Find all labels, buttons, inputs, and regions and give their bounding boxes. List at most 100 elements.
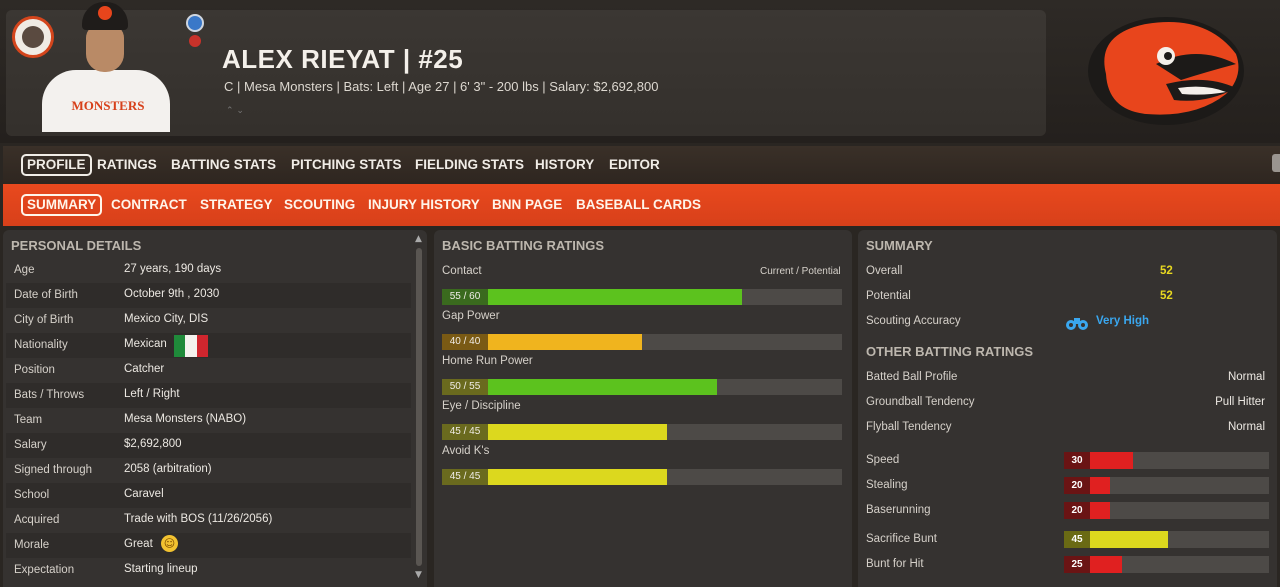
summary-title: SUMMARY [866, 238, 933, 253]
tab-history[interactable]: HISTORY [531, 154, 598, 176]
other-rating-value: Normal [1227, 421, 1265, 433]
rating-bar: 40 / 40 [442, 334, 842, 350]
scroll-up-icon[interactable]: ▲ [415, 234, 422, 244]
jersey-text: MONSTERS [71, 98, 145, 113]
detail-row: City of Birth Mexico City, DIS [6, 308, 411, 333]
player-header: MONSTERS ALEX RIEYAT | #25 C | Mesa Mons… [0, 0, 1280, 143]
detail-value: Great [124, 538, 153, 550]
detail-row: Nationality Mexican [6, 333, 411, 358]
speed-rating-fill [1090, 502, 1110, 519]
rating-bar: 45 / 45 [442, 424, 842, 440]
detail-label: Morale [14, 539, 50, 551]
speed-rating-bar: 30 [1064, 452, 1269, 469]
detail-row: Date of Birth October 9th , 2030 [6, 283, 411, 308]
speed-rating-fill [1090, 556, 1122, 573]
scroll-handle[interactable] [1272, 154, 1280, 172]
tab-batting-stats[interactable]: BATTING STATS [167, 154, 280, 176]
rating-bar: 50 / 55 [442, 379, 842, 395]
happy-face-icon: ☺ [161, 535, 178, 552]
speed-rating-value: 25 [1064, 556, 1090, 573]
tab-fielding-stats[interactable]: FIELDING STATS [411, 154, 528, 176]
subtab-summary[interactable]: SUMMARY [21, 194, 103, 216]
personal-details-title: PERSONAL DETAILS [11, 238, 142, 253]
league-icon[interactable] [186, 14, 204, 48]
speed-rating-bar: 45 [1064, 531, 1269, 548]
rating-label: Eye / Discipline [442, 400, 521, 412]
speed-rating-value: 45 [1064, 531, 1090, 548]
other-rating-label: Groundball Tendency [866, 396, 975, 408]
rating-value: 40 / 40 [442, 334, 488, 350]
detail-row: Position Catcher [6, 358, 411, 383]
speed-rating-fill [1090, 531, 1168, 548]
subtab-strategy[interactable]: STRATEGY [196, 194, 277, 216]
other-batting-title: OTHER BATTING RATINGS [866, 344, 1034, 359]
speed-rating-fill [1090, 477, 1110, 494]
detail-row: Signed through 2058 (arbitration) [6, 458, 411, 483]
overall-value: 52 [1160, 265, 1173, 277]
scouting-accuracy-value[interactable]: Very High [1096, 315, 1149, 327]
rating-value: 45 / 45 [442, 424, 488, 440]
detail-value: 2058 (arbitration) [124, 463, 212, 475]
detail-value: Starting lineup [124, 563, 198, 575]
speed-rating-label: Stealing [866, 479, 908, 491]
tab-ratings[interactable]: RATINGS [93, 154, 161, 176]
detail-value: Mesa Monsters (NABO) [124, 413, 247, 425]
potential-value: 52 [1160, 290, 1173, 302]
detail-row: Age 27 years, 190 days [6, 258, 411, 283]
detail-label: Acquired [14, 514, 60, 526]
speed-rating-bar: 20 [1064, 502, 1269, 519]
detail-row: Bats / Throws Left / Right [6, 383, 411, 408]
rating-value: 55 / 60 [442, 289, 488, 305]
detail-row: School Caravel [6, 483, 411, 508]
subtab-injury-history[interactable]: INJURY HISTORY [364, 194, 484, 216]
scroll-down-icon[interactable]: ▼ [415, 570, 422, 580]
scrollbar[interactable]: ▲ ▼ [415, 234, 423, 584]
speed-rating-label: Sacrifice Bunt [866, 533, 937, 545]
detail-row: Salary $2,692,800 [6, 433, 411, 458]
tab-profile[interactable]: PROFILE [21, 154, 92, 176]
rating-label: Gap Power [442, 310, 500, 322]
player-photo: MONSTERS [40, 2, 172, 132]
rating-value: 45 / 45 [442, 469, 488, 485]
detail-value: Mexico City, DIS [124, 313, 209, 325]
summary-panel: SUMMARY Overall 52 Potential 52 Scouting… [858, 230, 1277, 587]
current-fill [488, 469, 667, 485]
collapse-arrows-icon[interactable]: ⌃ ⌄ [226, 106, 244, 116]
speed-rating-label: Bunt for Hit [866, 558, 924, 570]
subtab-baseball-cards[interactable]: BASEBALL CARDS [572, 194, 705, 216]
other-rating-value: Normal [1227, 371, 1265, 383]
current-fill [488, 379, 692, 395]
personal-details-panel: PERSONAL DETAILS Age 27 years, 190 days Da… [3, 230, 427, 587]
speed-rating-label: Speed [866, 454, 900, 466]
detail-label: Position [14, 364, 55, 376]
detail-label: Signed through [14, 464, 93, 476]
detail-value: Mexican [124, 338, 167, 350]
current-fill [488, 334, 642, 350]
tab-editor[interactable]: EDITOR [605, 154, 664, 176]
detail-label: Age [14, 264, 35, 276]
tab-pitching-stats[interactable]: PITCHING STATS [287, 154, 406, 176]
speed-rating-bar: 25 [1064, 556, 1269, 573]
binoculars-icon [1066, 318, 1088, 330]
detail-value: October 9th , 2030 [124, 288, 220, 300]
detail-label: Bats / Throws [14, 389, 85, 401]
rating-bar: 45 / 45 [442, 469, 842, 485]
batting-ratings-panel: BASIC BATTING RATINGS Current / Potentia… [434, 230, 852, 587]
speed-rating-fill [1090, 452, 1133, 469]
mexico-flag-icon [174, 335, 208, 357]
detail-row: Team Mesa Monsters (NABO) [6, 408, 411, 433]
subtab-contract[interactable]: CONTRACT [107, 194, 191, 216]
detail-label: Nationality [14, 339, 68, 351]
subtab-scouting[interactable]: SCOUTING [280, 194, 359, 216]
overall-label: Overall [866, 265, 903, 277]
rating-label: Contact [442, 265, 482, 277]
detail-value: Catcher [124, 363, 165, 375]
detail-label: Date of Birth [14, 289, 78, 301]
rating-label: Avoid K's [442, 445, 490, 457]
sub-nav: SUMMARY CONTRACT STRATEGY SCOUTING INJUR… [3, 184, 1280, 226]
speed-rating-value: 20 [1064, 502, 1090, 519]
current-potential-label: Current / Potential [760, 266, 841, 277]
speed-rating-value: 30 [1064, 452, 1090, 469]
subtab-bnn-page[interactable]: BNN PAGE [488, 194, 566, 216]
rating-value: 50 / 55 [442, 379, 488, 395]
